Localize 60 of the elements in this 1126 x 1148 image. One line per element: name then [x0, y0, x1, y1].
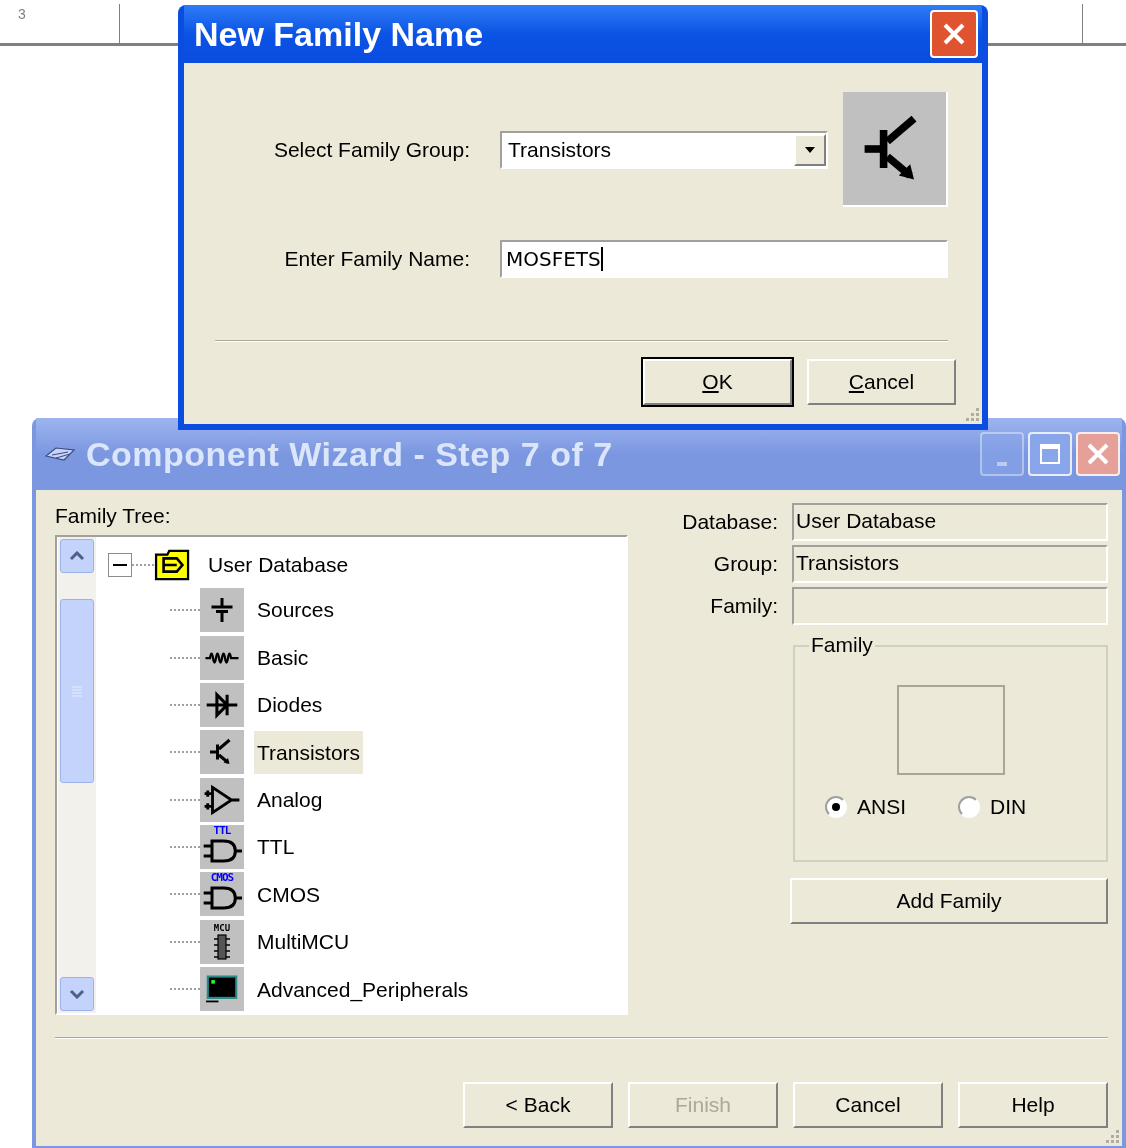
- scroll-up-button[interactable]: [60, 539, 94, 573]
- icon-caption: TTL: [213, 825, 231, 838]
- logic-gate-icon: [202, 884, 242, 913]
- dialog-button[interactable]: Cancel: [807, 359, 956, 405]
- tree-item[interactable]: Advanced_Peripherals: [254, 967, 472, 1011]
- field-label: Enter Family Name:: [283, 246, 470, 273]
- tree-item[interactable]: Sources: [254, 588, 338, 632]
- tree-item[interactable]: MultiMCU: [254, 920, 353, 964]
- field-label: Select Family Group:: [272, 136, 470, 163]
- icon-caption: CMOS: [210, 872, 234, 885]
- scroll-thumb[interactable]: [60, 599, 94, 783]
- tree-item[interactable]: Basic: [254, 635, 312, 680]
- dialog-title: New Family Name: [194, 13, 484, 55]
- database-folder-icon: [154, 548, 192, 581]
- add-family-button[interactable]: Add Family: [790, 878, 1108, 924]
- radio-button[interactable]: [958, 795, 980, 818]
- caret-down-icon: [804, 145, 816, 154]
- tree-item[interactable]: CMOS: [254, 872, 323, 917]
- dropdown-value: Transistors: [507, 136, 613, 163]
- wizard-app-icon: [44, 444, 76, 464]
- scrollbar[interactable]: [58, 537, 96, 1013]
- ruler-number: 3: [0, 4, 120, 43]
- family-group-dropdown[interactable]: Transistors: [500, 130, 828, 169]
- family-name-input[interactable]: MOSFETS: [500, 240, 948, 278]
- wizard-button[interactable]: Help: [958, 1082, 1108, 1128]
- family-tree-label: Family Tree:: [55, 503, 172, 529]
- resize-grip-icon[interactable]: [964, 406, 980, 422]
- radio-button[interactable]: [825, 795, 847, 818]
- close-icon: [1085, 441, 1111, 467]
- tree-item[interactable]: Analog: [254, 777, 326, 822]
- chevron-up-icon: [69, 551, 85, 561]
- radio-label: DIN: [990, 794, 1027, 820]
- close-button[interactable]: [1076, 432, 1120, 476]
- tree-item[interactable]: Diodes: [254, 683, 326, 727]
- field-label: Group:: [712, 551, 779, 578]
- readonly-field: User Database: [792, 503, 1108, 541]
- chip-icon: [212, 932, 232, 961]
- wizard-button[interactable]: < Back: [463, 1082, 613, 1128]
- minimize-icon: [997, 462, 1007, 466]
- maximize-button[interactable]: [1028, 432, 1072, 476]
- tree-item[interactable]: TTL: [254, 825, 298, 869]
- collapse-toggle[interactable]: [108, 552, 132, 577]
- resize-grip-icon[interactable]: [1104, 1128, 1120, 1144]
- dialog-button[interactable]: OK: [643, 359, 792, 405]
- scroll-down-button[interactable]: [60, 977, 94, 1011]
- maximize-icon: [1038, 442, 1062, 466]
- field-label: Family:: [709, 593, 779, 620]
- field-label: Database:: [681, 509, 779, 536]
- logic-gate-icon: [202, 837, 242, 866]
- chevron-down-icon: [69, 989, 85, 999]
- tree-root-label[interactable]: User Database: [208, 548, 349, 581]
- close-button[interactable]: [930, 10, 978, 58]
- tree-item[interactable]: Transistors: [254, 730, 364, 775]
- dropdown-arrow-button[interactable]: [794, 133, 826, 166]
- radio-label: ANSI: [857, 794, 906, 820]
- icon-caption: MCU: [213, 922, 231, 933]
- window-title: Component Wizard - Step 7 of 7: [86, 433, 613, 475]
- readonly-field: Transistors: [792, 545, 1108, 583]
- wizard-button[interactable]: Cancel: [793, 1082, 943, 1128]
- minus-icon: [113, 563, 127, 566]
